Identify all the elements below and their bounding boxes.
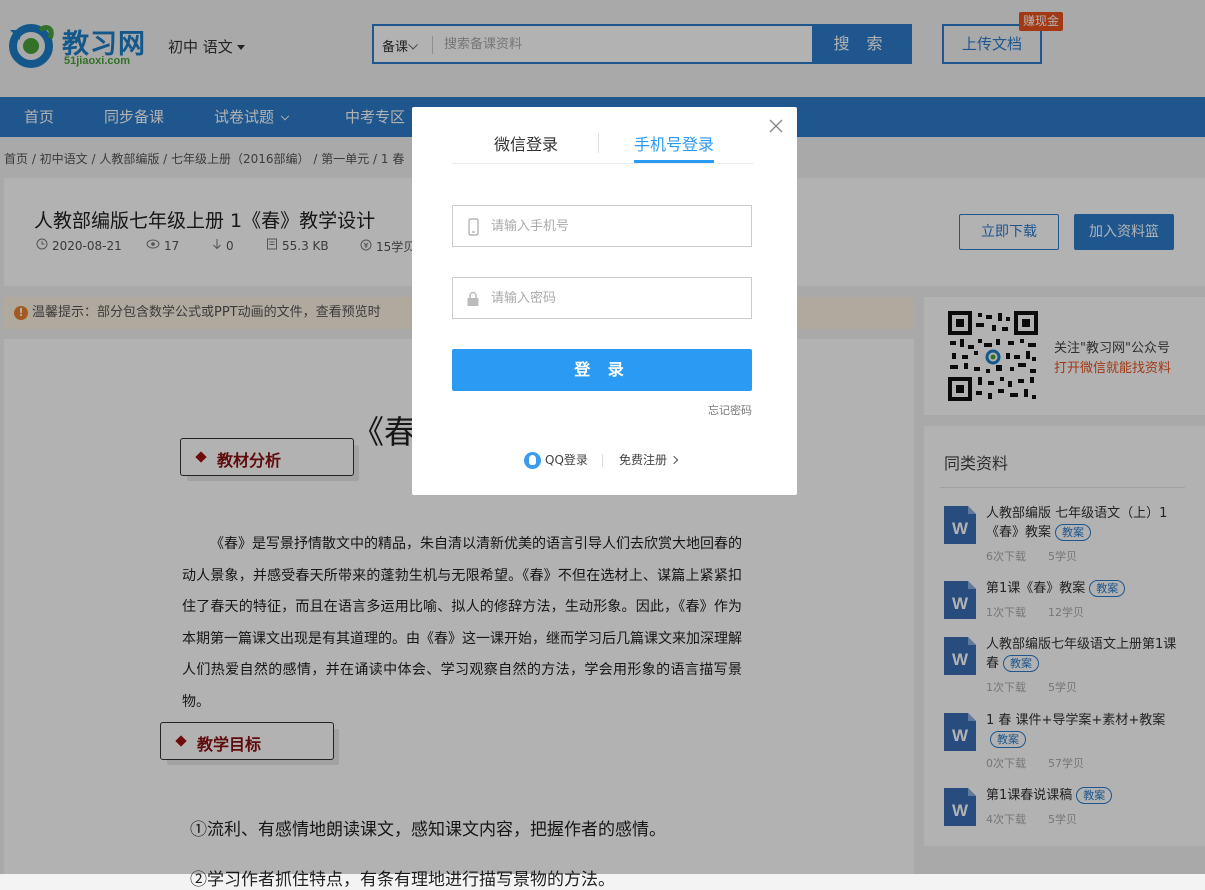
password-field [452,277,752,319]
qq-icon [524,452,541,469]
register-link[interactable]: 免费注册 [619,451,679,469]
lock-icon [467,291,479,306]
tab-divider [598,133,599,153]
active-tab-indicator [634,160,714,163]
forgot-password-link[interactable]: 忘记密码 [708,402,752,418]
tab-baseline [452,163,754,164]
tab-wechat-login[interactable]: 微信登录 [494,131,558,163]
phone-input[interactable] [489,206,744,246]
login-modal: 微信登录 手机号登录 登 录 忘记密码 QQ登录 免费注册 [412,107,797,495]
login-button[interactable]: 登 录 [452,349,752,391]
phone-icon [468,218,479,236]
chevron-right-icon [669,455,679,465]
qq-login-label: QQ登录 [545,453,588,467]
register-label: 免费注册 [619,453,668,467]
divider [602,454,603,467]
close-icon[interactable] [767,117,785,135]
tab-phone-login[interactable]: 手机号登录 [634,131,714,163]
password-input[interactable] [489,278,744,318]
phone-field [452,205,752,247]
qq-login-link[interactable]: QQ登录 [524,451,588,469]
